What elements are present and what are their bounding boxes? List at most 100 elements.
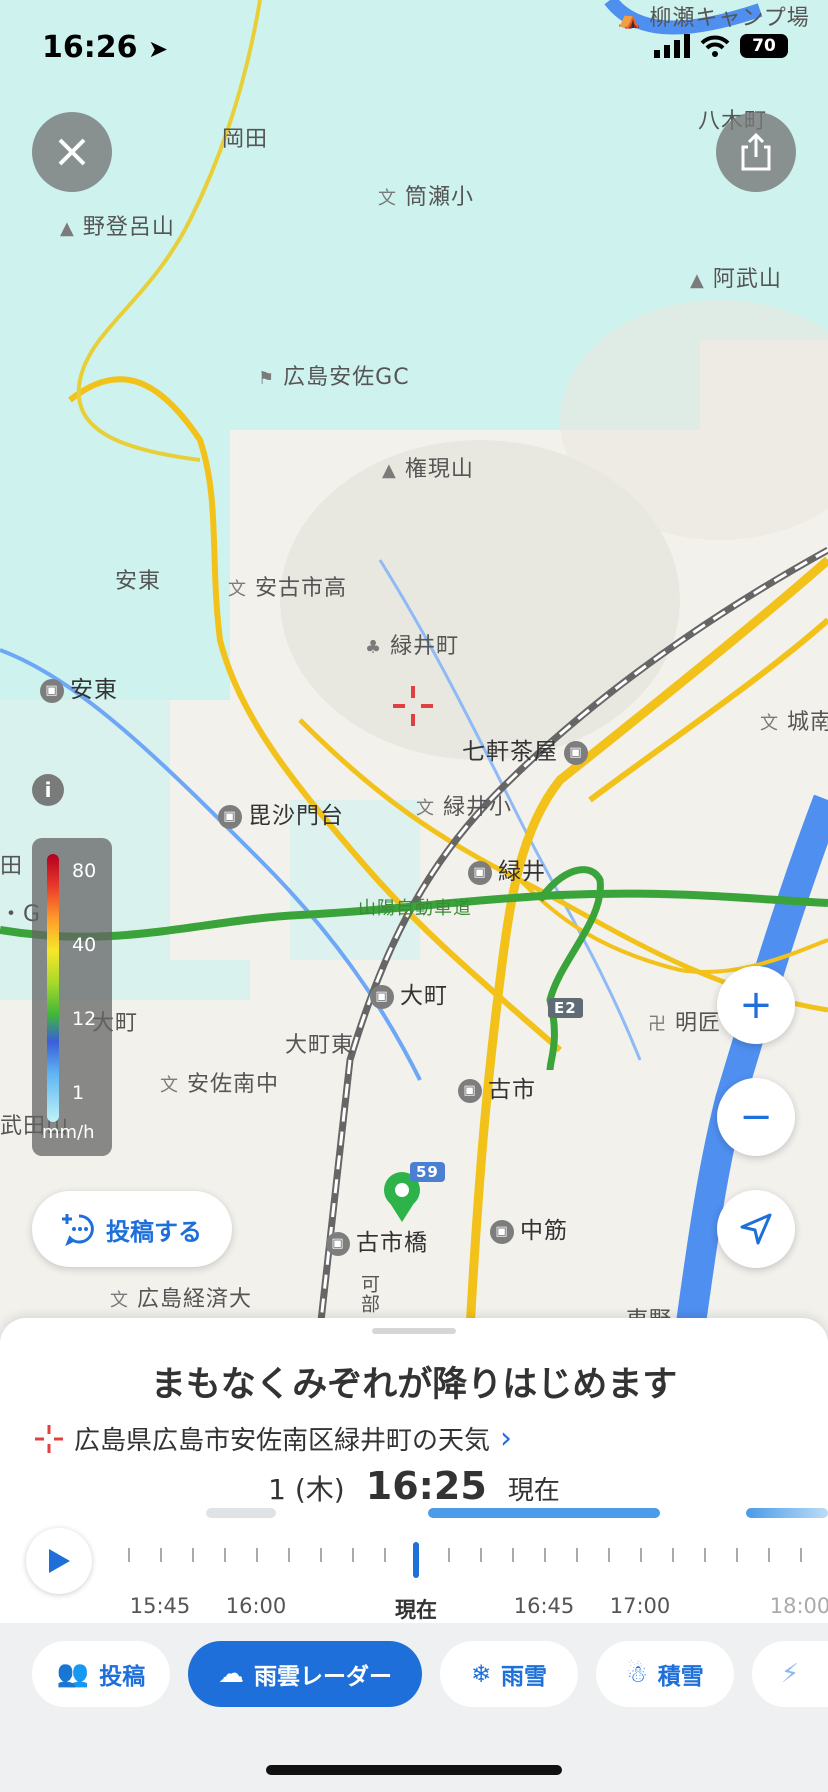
home-indicator[interactable] (266, 1765, 562, 1775)
timeline-tick (576, 1548, 578, 1562)
precipitation-legend: 80 40 12 1 mm/h (32, 838, 112, 1156)
timeline-label: 17:00 (609, 1594, 671, 1618)
info-button[interactable]: i (32, 774, 64, 806)
tab-snow-depth[interactable]: ☃ 積雪 (596, 1641, 734, 1707)
map-label-mountain: ▲ 権現山 (382, 457, 474, 482)
park-icon: ♣ (365, 637, 383, 658)
timeline-tick (192, 1548, 194, 1562)
map-label-place: ♣ 緑井町 (365, 634, 460, 659)
timeline-tick (768, 1548, 770, 1562)
date-label: 1 (木) (268, 1473, 345, 1506)
timeline-cursor[interactable] (413, 1542, 419, 1578)
timeline-scrubber[interactable]: 15:45 16:00 現在 16:45 17:00 18:00 (110, 1508, 828, 1622)
school-icon: 文 (416, 798, 435, 819)
location-arrow-icon: ➤ (147, 35, 169, 63)
cellular-signal-icon (654, 34, 690, 58)
status-bar: 16:26 ➤ 70 (0, 0, 828, 100)
legend-color-bar (47, 854, 59, 1122)
minus-icon: − (739, 1094, 773, 1140)
map-label-place: 田 (0, 854, 24, 879)
map-label-station: ▣ 古市 (458, 1070, 536, 1104)
close-button[interactable] (32, 112, 112, 192)
current-location-button[interactable] (717, 1190, 795, 1268)
status-indicators: 70 (654, 34, 788, 58)
map-label-station: ▣ 安東 (40, 670, 118, 704)
map-label-station: ▣ 大町 (370, 976, 448, 1010)
tab-lightning[interactable]: ⚡ (752, 1641, 828, 1707)
legend-tick: 80 (72, 860, 97, 882)
timeline-tick (736, 1548, 738, 1562)
timeline-forecast-segment (428, 1508, 660, 1518)
status-time: 16:26 ➤ (42, 30, 169, 65)
map-label-temple: 卍明匠 (648, 1011, 722, 1036)
tab-snow-depth-label: 積雪 (657, 1664, 704, 1690)
station-icon: ▣ (458, 1078, 482, 1103)
rain-cloud-icon: ☁ (218, 1659, 244, 1689)
school-icon: 文 (110, 1290, 129, 1311)
timeline-label: 16:45 (513, 1594, 575, 1618)
time-label: 16:25 (365, 1464, 487, 1508)
legend-tick: 12 (72, 1008, 97, 1030)
school-icon: 文 (378, 188, 397, 209)
map-label-road: 山陽自動車道 (358, 898, 472, 919)
tab-posts-label: 投稿 (99, 1664, 146, 1690)
station-icon: ▣ (564, 740, 588, 765)
people-icon: 👥 (56, 1659, 90, 1689)
weather-map[interactable]: ⛺柳瀬キャンプ場 岡田 八木町 文筒瀬小 ▲野登呂山 ▲阿武山 ⚑広島安佐GC … (0, 0, 828, 1330)
mountain-icon: ▲ (60, 218, 75, 239)
timeline-label: 15:45 (129, 1594, 191, 1618)
tab-rain-snow-label: 雨雪 (501, 1664, 548, 1690)
map-label-place: 岡田 (222, 127, 269, 152)
map-label-school: 文安古市高 (228, 576, 348, 601)
station-icon: ▣ (370, 984, 394, 1009)
zoom-out-button[interactable]: − (717, 1078, 795, 1156)
timeline-tick (640, 1548, 642, 1562)
timeline-tick (320, 1548, 322, 1562)
legend-unit: mm/h (42, 1122, 95, 1143)
play-button[interactable] (26, 1528, 92, 1594)
timeline-label-now: 現在 (395, 1598, 437, 1622)
timeline-tick (512, 1548, 514, 1562)
forecast-title: まもなくみぞれが降りはじめます (150, 1365, 678, 1405)
timeline-label: 16:00 (225, 1594, 287, 1618)
station-icon: ▣ (218, 804, 242, 829)
snowman-icon: ☃ (626, 1660, 648, 1688)
close-icon (58, 138, 86, 166)
map-label-station: 七軒茶屋 ▣ (462, 732, 588, 766)
route-shield: 59 (410, 1162, 445, 1182)
tab-rain-snow[interactable]: ❄ 雨雪 (440, 1641, 578, 1707)
sheet-handle[interactable] (372, 1328, 456, 1334)
station-icon: ▣ (40, 678, 64, 703)
feature-tab-bar: 👥 投稿 ☁ 雨雲レーダー ❄ 雨雪 ☃ 積雪 ⚡ (0, 1623, 828, 1792)
timeline-tick (352, 1548, 354, 1562)
tab-posts[interactable]: 👥 投稿 (32, 1641, 170, 1707)
map-label-station: ▣ 緑井 (468, 852, 546, 886)
lightning-icon: ⚡ (780, 1659, 800, 1689)
golf-flag-icon: ⚑ (258, 368, 276, 389)
timeline-tick (672, 1548, 674, 1562)
crosshair-icon (35, 1424, 63, 1453)
timeline-tick (128, 1548, 130, 1562)
map-label-school: 文安佐南中 (160, 1072, 280, 1097)
timeline-label: 18:00 (769, 1594, 828, 1618)
map-label-place: 可部 (358, 1274, 380, 1314)
expressway-shield: E2 (548, 998, 583, 1018)
share-button[interactable] (716, 112, 796, 192)
legend-tick: 1 (72, 1082, 85, 1104)
timeline-tick (288, 1548, 290, 1562)
post-button[interactable]: 投稿する (32, 1191, 232, 1267)
chevron-right-icon: › (500, 1421, 513, 1456)
temple-icon: 卍 (648, 1014, 667, 1035)
mountain-icon: ▲ (690, 270, 705, 291)
post-button-label: 投稿する (106, 1217, 202, 1246)
share-icon (741, 133, 771, 171)
zoom-in-button[interactable]: + (717, 966, 795, 1044)
tab-rain-radar[interactable]: ☁ 雨雲レーダー (188, 1641, 422, 1707)
map-label-golf: ⚑ 広島安佐GC (258, 365, 410, 390)
mountain-icon: ▲ (382, 460, 397, 481)
post-bubble-icon (62, 1214, 94, 1246)
map-label-station: ▣ 毘沙門台 (218, 796, 344, 830)
map-label-school: 文城南 (760, 710, 828, 735)
location-name: 広島県広島市安佐南区緑井町の天気 (74, 1426, 491, 1456)
location-link[interactable]: 広島県広島市安佐南区緑井町の天気 › (34, 1420, 512, 1457)
